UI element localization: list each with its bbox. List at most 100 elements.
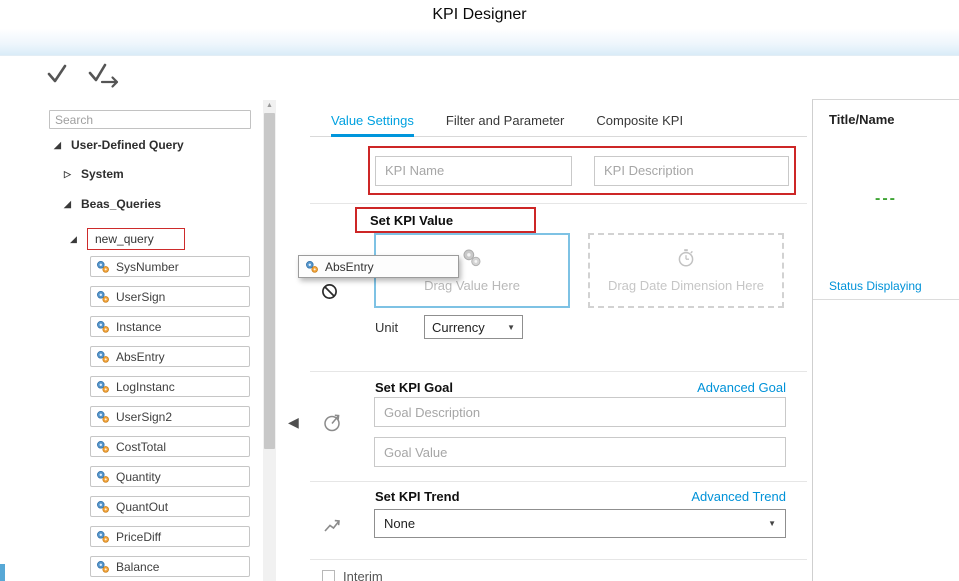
date-drop-hint: Drag Date Dimension Here <box>608 278 764 293</box>
query-field-item[interactable]: UserSign <box>90 286 250 307</box>
collapse-sidebar-handle[interactable]: ◀ <box>288 414 299 431</box>
field-label: CostTotal <box>116 440 166 454</box>
tree-node-label: User-Defined Query <box>71 138 184 152</box>
tree-node-user-defined-query[interactable]: ◢ User-Defined Query <box>54 138 251 152</box>
query-tree: ◢ User-Defined Query ▷ System ◢ Beas_Que… <box>49 138 251 577</box>
set-kpi-goal-title: Set KPI Goal <box>375 380 453 395</box>
field-icon <box>96 350 110 364</box>
field-icon <box>96 500 110 514</box>
field-label: AbsEntry <box>116 350 165 364</box>
kpi-name-description-highlight <box>368 146 796 195</box>
unit-select-value: Currency <box>432 320 485 335</box>
search-input[interactable] <box>49 110 251 129</box>
section-divider <box>310 481 807 482</box>
scroll-up-icon[interactable]: ▲ <box>263 102 276 109</box>
sidebar-scrollbar[interactable]: ▲ <box>263 100 276 581</box>
unit-label: Unit <box>375 320 398 335</box>
tree-node-beas-queries[interactable]: ◢ Beas_Queries <box>64 197 251 211</box>
field-label: UserSign2 <box>116 410 172 424</box>
field-label: QuantOut <box>116 500 168 514</box>
query-field-item[interactable]: UserSign2 <box>90 406 250 427</box>
tree-expanded-icon[interactable]: ◢ <box>54 140 64 150</box>
kpi-name-input[interactable] <box>375 156 572 186</box>
preview-title: Title/Name <box>829 112 959 127</box>
chevron-down-icon: ▼ <box>507 323 515 332</box>
field-label: Instance <box>116 320 161 334</box>
tree-expanded-icon[interactable]: ◢ <box>64 199 74 209</box>
kpi-description-input[interactable] <box>594 156 789 186</box>
field-label: Quantity <box>116 470 161 484</box>
query-field-item[interactable]: AbsEntry <box>90 346 250 367</box>
tree-node-new-query[interactable]: ◢ new_query <box>70 228 251 250</box>
query-field-item[interactable]: Instance <box>90 316 250 337</box>
field-icon <box>96 560 110 574</box>
unit-select[interactable]: Currency ▼ <box>424 315 523 339</box>
field-icon <box>96 290 110 304</box>
query-field-item[interactable]: SysNumber <box>90 256 250 277</box>
query-field-item[interactable]: PriceDiff <box>90 526 250 547</box>
query-field-item[interactable]: LogInstanc <box>90 376 250 397</box>
field-icon <box>96 380 110 394</box>
goal-target-icon <box>322 411 344 438</box>
field-icon <box>305 260 319 274</box>
tree-node-system[interactable]: ▷ System <box>64 167 251 181</box>
date-dimension-drop-zone[interactable]: Drag Date Dimension Here <box>588 233 784 308</box>
interim-option: Interim <box>322 569 383 581</box>
confirm-and-next-button[interactable] <box>86 61 122 94</box>
kpi-designer-window: KPI Designer ◢ User-Defined Query ▷ <box>0 0 959 581</box>
query-field-item[interactable]: CostTotal <box>90 436 250 457</box>
tree-node-label: System <box>81 167 124 181</box>
tree-node-label: Beas_Queries <box>81 197 161 211</box>
preview-divider <box>813 299 959 300</box>
goal-description-input[interactable] <box>374 397 786 427</box>
field-label: UserSign <box>116 290 165 304</box>
app-header: KPI Designer <box>0 0 959 56</box>
trend-select[interactable]: None ▼ <box>374 509 786 538</box>
field-icon <box>96 440 110 454</box>
value-drop-hint: Drag Value Here <box>424 278 520 293</box>
checkmark-icon <box>44 74 70 91</box>
window-edge-accent <box>0 564 5 581</box>
interim-label: Interim <box>343 569 383 581</box>
dragged-field[interactable]: AbsEntry <box>298 255 459 278</box>
section-divider <box>310 203 807 204</box>
interim-checkbox[interactable] <box>322 570 335 581</box>
tree-expanded-icon[interactable]: ◢ <box>70 234 80 244</box>
tree-collapsed-icon[interactable]: ▷ <box>64 169 74 179</box>
no-drop-cursor-icon <box>321 283 338 305</box>
checkmark-arrow-icon <box>86 76 122 93</box>
scrollbar-thumb[interactable] <box>264 113 275 449</box>
tab-value-settings[interactable]: Value Settings <box>331 107 414 137</box>
section-divider <box>310 559 807 560</box>
dragged-field-label: AbsEntry <box>325 260 374 274</box>
trend-select-value: None <box>384 516 415 531</box>
advanced-goal-link[interactable]: Advanced Goal <box>600 380 786 395</box>
query-field-item[interactable]: Balance <box>90 556 250 577</box>
field-icon <box>96 260 110 274</box>
field-icon <box>96 410 110 424</box>
tab-bar: Value Settings Filter and Parameter Compos… <box>310 107 807 137</box>
tab-composite-kpi[interactable]: Composite KPI <box>596 107 683 134</box>
advanced-trend-link[interactable]: Advanced Trend <box>600 489 786 504</box>
tab-filter-and-parameter[interactable]: Filter and Parameter <box>446 107 565 134</box>
selected-query-box[interactable]: new_query <box>87 228 185 250</box>
field-icon <box>96 320 110 334</box>
field-icon-grey <box>462 248 482 273</box>
preview-value-placeholder: --- <box>813 190 959 208</box>
query-field-item[interactable]: QuantOut <box>90 496 250 517</box>
set-kpi-trend-title: Set KPI Trend <box>375 489 460 504</box>
chevron-down-icon: ▼ <box>768 519 776 528</box>
clock-icon <box>676 248 696 273</box>
status-displaying-link[interactable]: Status Displaying <box>829 279 922 293</box>
query-field-list: SysNumber UserSign Instance <box>90 256 251 577</box>
field-label: Balance <box>116 560 159 574</box>
confirm-button[interactable] <box>44 61 70 92</box>
field-icon <box>96 470 110 484</box>
goal-value-input[interactable] <box>374 437 786 467</box>
trend-chart-icon <box>323 516 343 541</box>
query-field-item[interactable]: Quantity <box>90 466 250 487</box>
preview-panel: Title/Name --- Status Displaying <box>812 99 959 581</box>
field-label: SysNumber <box>116 260 179 274</box>
query-sidebar: ◢ User-Defined Query ▷ System ◢ Beas_Que… <box>49 110 251 577</box>
field-label: PriceDiff <box>116 530 161 544</box>
